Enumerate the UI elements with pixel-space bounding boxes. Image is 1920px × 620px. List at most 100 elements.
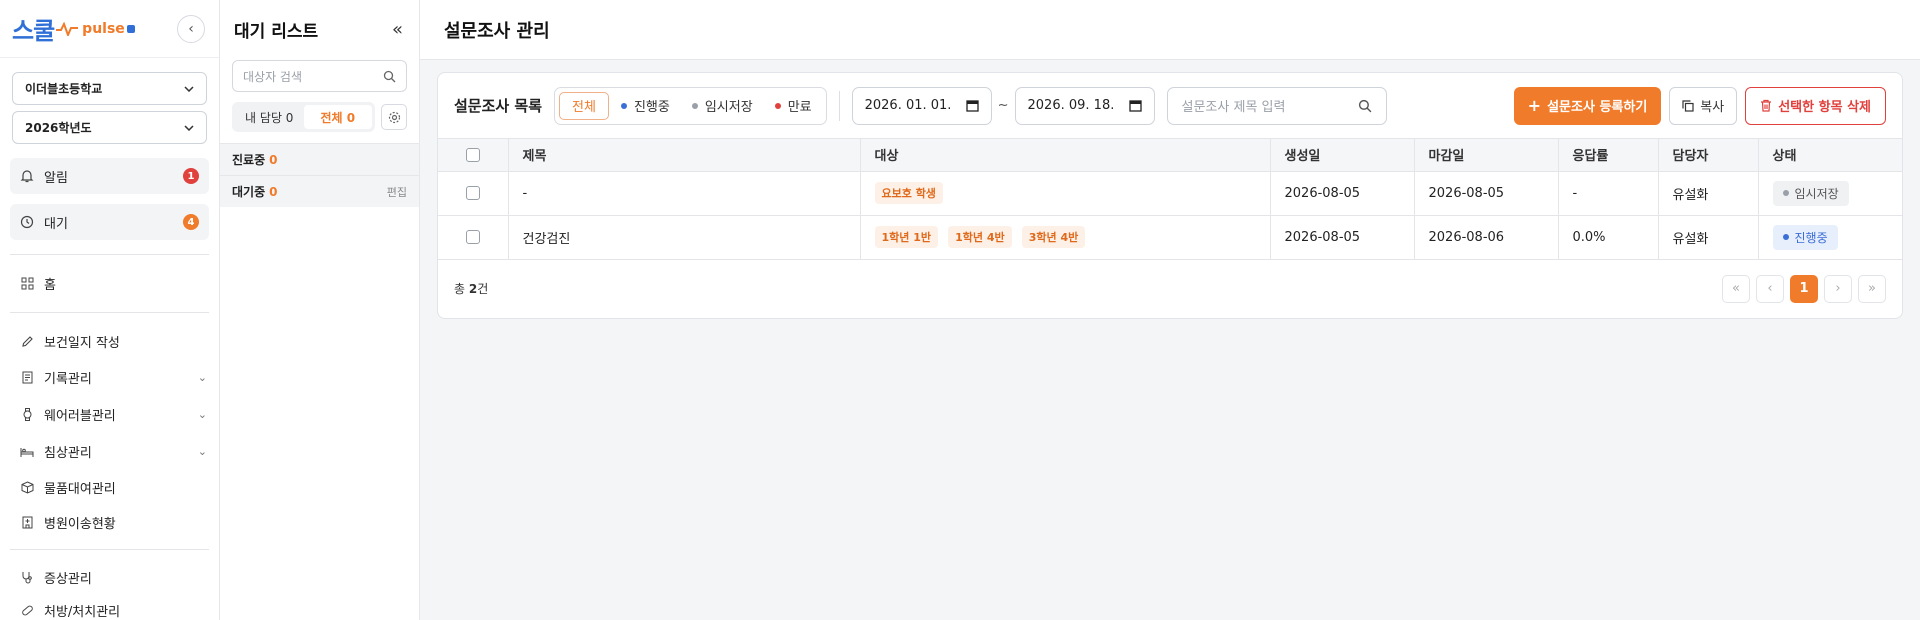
double-chevron-left-icon[interactable]: « [392,19,403,40]
collapse-sidebar-button[interactable]: ‹ [177,14,205,43]
sidebar-item-label: 증상관리 [44,572,92,587]
response-rate-cell: - [1558,171,1659,216]
column-header[interactable]: 생성일 [1270,139,1415,172]
survey-title-search-input[interactable]: 설문조사 제목 입력 [1166,86,1387,125]
filter-draft[interactable]: 임시저장 [682,92,763,120]
due-date-cell: 2026-08-05 [1414,171,1559,216]
sidebar-item-health-log[interactable]: 보건일지 작성 [0,325,219,358]
school-select[interactable]: 이더블초등학교 [12,72,207,105]
column-header[interactable]: 대상 [860,139,1271,172]
register-survey-button[interactable]: + 설문조사 등록하기 [1513,86,1662,125]
school-select-value: 이더블초등학교 [25,82,103,96]
sidebar-item-label: 대기 [44,216,68,232]
owner-cell: 유설화 [1658,215,1759,260]
column-header[interactable]: 응답률 [1558,139,1659,172]
pagination: « ‹ 1 › » [1722,274,1886,303]
assignment-toggle-row: 내 담당 0 전체 0 [232,102,407,132]
end-date-value: 2026. 09. 18. [1027,98,1115,113]
sidebar-item-symptoms[interactable]: 증상관리 [0,561,219,594]
target-tag: 1학년 1반 [874,226,938,248]
sidebar-item-label: 보건일지 작성 [44,336,120,351]
start-date-input[interactable]: 2026. 01. 01. [851,86,992,125]
calendar-icon[interactable] [965,99,979,112]
row-checkbox[interactable] [465,230,480,244]
search-icon[interactable] [1358,99,1372,113]
delete-selected-button[interactable]: 선택한 항목 삭제 [1745,86,1886,125]
survey-list-card: 설문조사 목록 전체 진행중 임시저장 만료 2026. 01. 01. ~ 2… [437,72,1903,319]
assignment-toggle: 내 담당 0 전체 0 [232,102,375,132]
status-cell: 진행중 [1758,215,1902,260]
prev-page-button[interactable]: ‹ [1756,274,1784,303]
table-header-row: 제목 대상 생성일 마감일 응답률 담당자 상태 [438,139,1902,172]
year-select[interactable]: 2026학년도 [12,111,207,144]
survey-search-placeholder: 설문조사 제목 입력 [1181,100,1286,115]
survey-table: 제목 대상 생성일 마감일 응답률 담당자 상태 - 요보호 학생 2026-0… [438,139,1902,260]
section-label: 진료중 [232,153,266,167]
waiting-list-title: 대기 리스트 [234,21,319,42]
divider [10,549,209,550]
sidebar-item-prescriptions[interactable]: 처방/처치관리 [0,594,219,620]
document-icon [20,371,34,385]
table-row[interactable]: 건강검진 1학년 1반 1학년 4반 3학년 4반 2026-08-05 202… [438,215,1902,260]
first-page-button[interactable]: « [1722,274,1750,303]
section-count: 0 [269,153,278,167]
total-suffix: 건 [477,282,489,296]
select-all-checkbox[interactable] [465,147,480,162]
chevron-down-icon: ⌄ [197,445,207,458]
bell-icon [20,169,34,183]
table-row[interactable]: - 요보호 학생 2026-08-05 2026-08-05 - 유설화 임시저… [438,171,1902,216]
year-select-value: 2026학년도 [25,121,92,135]
patient-search-input[interactable]: 대상자 검색 [232,60,407,92]
calendar-icon[interactable] [1128,99,1142,112]
waiting-list-header: 대기 리스트 « [220,0,419,58]
total-count: 총 2건 [454,280,488,297]
filter-all[interactable]: 전체 [559,91,609,120]
divider [10,312,209,313]
register-survey-label: 설문조사 등록하기 [1547,100,1648,115]
in-treatment-section[interactable]: 진료중 0 [220,143,419,175]
sidebar-item-hospital-transfer[interactable]: 병원이송현황 [0,506,219,539]
targets-cell: 1학년 1반 1학년 4반 3학년 4반 [860,215,1271,260]
response-rate-cell: 0.0% [1558,215,1659,260]
copy-button[interactable]: 복사 [1669,86,1738,125]
status-badge: 임시저장 [1772,180,1849,206]
sidebar-item-rentals[interactable]: 물품대여관리 [0,471,219,504]
waiting-count-badge: 4 [183,214,199,230]
filter-in-progress[interactable]: 진행중 [611,92,680,120]
sidebar-item-records[interactable]: 기록관리 ⌄ [0,361,219,394]
waiting-list-panel: 대기 리스트 « 대상자 검색 내 담당 0 전체 0 진료중 0 대기중 0 편집 [220,0,420,620]
survey-title-cell[interactable]: - [508,171,861,216]
sidebar-item-alerts[interactable]: 알림 1 [10,158,209,194]
sidebar-item-waiting[interactable]: 대기 4 [10,204,209,240]
column-header[interactable]: 담당자 [1658,139,1759,172]
filter-expired[interactable]: 만료 [765,92,822,120]
toggle-my-assigned[interactable]: 내 담당 0 [235,105,304,129]
end-date-input[interactable]: 2026. 09. 18. [1014,86,1155,125]
row-checkbox[interactable] [465,186,480,200]
sidebar-item-beds[interactable]: 침상관리 ⌄ [0,435,219,468]
box-icon [20,481,34,495]
settings-button[interactable] [381,104,407,130]
date-range-separator: ~ [997,98,1009,113]
status-label: 임시저장 [1794,186,1839,201]
patient-search-placeholder: 대상자 검색 [243,69,303,84]
select-all-cell [438,139,509,172]
column-header[interactable]: 상태 [1758,139,1902,172]
sidebar-item-label: 홈 [44,278,56,293]
column-header[interactable]: 마감일 [1414,139,1559,172]
sidebar-item-home[interactable]: 홈 [0,267,219,300]
sidebar-item-label: 기록관리 [44,372,92,387]
edit-link[interactable]: 편집 [387,184,407,200]
page-button[interactable]: 1 [1790,274,1818,303]
sidebar-item-label: 병원이송현황 [44,517,116,532]
column-header[interactable]: 제목 [508,139,861,172]
toggle-all[interactable]: 전체 0 [303,105,372,129]
sidebar-item-wearables[interactable]: 웨어러블관리 ⌄ [0,398,219,431]
logo-pulse-text: pulse [82,20,125,37]
survey-title-cell[interactable]: 건강검진 [508,215,861,260]
logo-text: 스쿨 [12,17,55,45]
waiting-section[interactable]: 대기중 0 편집 [220,175,419,207]
last-page-button[interactable]: » [1858,274,1886,303]
next-page-button[interactable]: › [1824,274,1852,303]
logo[interactable]: 스쿨 pulse [12,11,135,46]
